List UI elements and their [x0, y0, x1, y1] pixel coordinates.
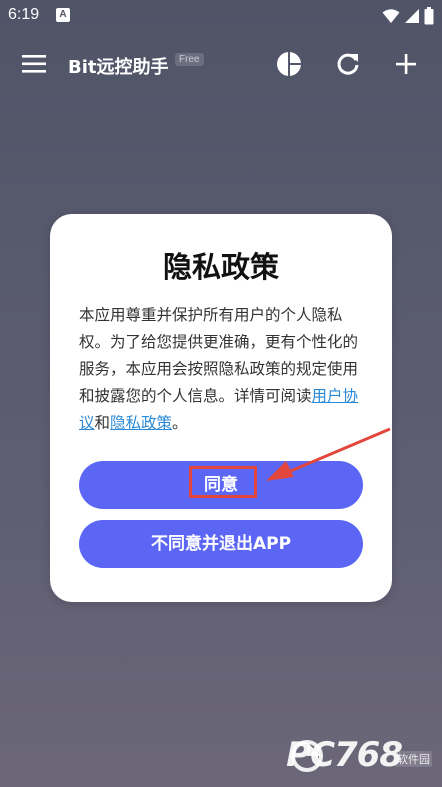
- dialog-title: 隐私政策: [162, 250, 279, 284]
- dialog-body: 本应用尊重并保护所有用户的个人隐私权。为了给您提供更准确，更有个性化的服务，本应…: [79, 302, 365, 437]
- menu-icon[interactable]: [22, 53, 46, 75]
- battery-icon: [424, 7, 434, 25]
- app-notification-icon: A: [56, 8, 70, 22]
- refresh-icon[interactable]: [335, 51, 361, 77]
- status-time: 6:19: [8, 6, 40, 23]
- disagree-exit-button[interactable]: 不同意并退出APP: [79, 520, 363, 568]
- dialog-body-suffix: 。: [172, 414, 188, 432]
- annotation-highlight-box: [189, 466, 257, 498]
- annotation-arrow-icon: [266, 427, 391, 481]
- status-bar: 6:19 A: [0, 0, 442, 32]
- signal-icon: [405, 9, 419, 23]
- status-icons: [382, 7, 434, 25]
- privacy-dialog: 隐私政策 本应用尊重并保护所有用户的个人隐私权。为了给您提供更准确，更有个性化的…: [50, 214, 392, 602]
- app-title: Bit远控助手: [68, 57, 169, 78]
- watermark-subtext: 软件园: [395, 751, 432, 767]
- pie-chart-icon[interactable]: [276, 51, 302, 77]
- free-badge: Free: [175, 53, 204, 66]
- watermark-text: PC768: [286, 735, 403, 775]
- privacy-policy-link[interactable]: 隐私政策: [110, 414, 172, 432]
- watermark: PC768 软件园: [286, 735, 436, 779]
- app-toolbar: Bit远控助手 Free: [0, 40, 442, 88]
- dialog-body-conjunction: 和: [94, 414, 111, 432]
- wifi-icon: [382, 9, 400, 23]
- add-icon[interactable]: [393, 51, 419, 77]
